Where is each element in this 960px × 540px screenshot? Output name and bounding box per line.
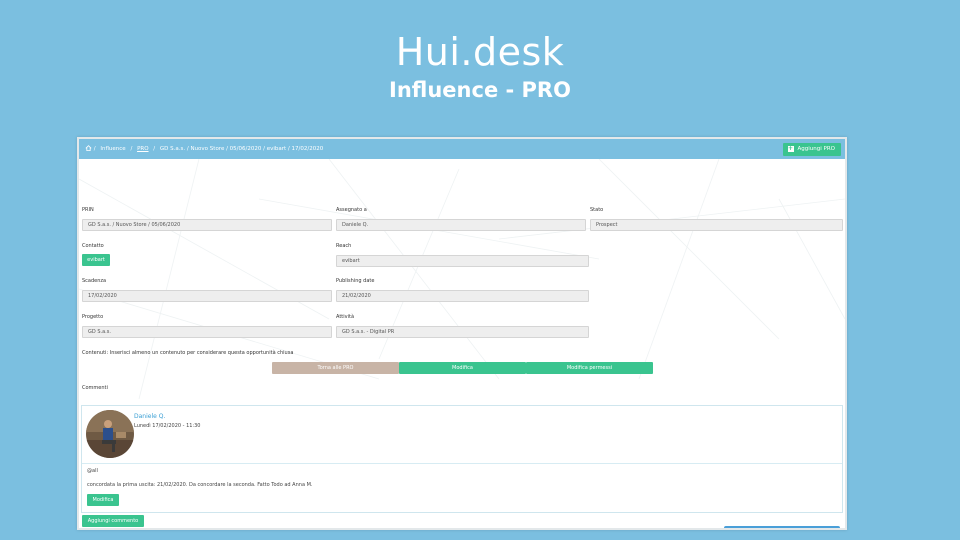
breadcrumb: / Influence / PRO / GD S.a.s. / Nuovo St… [85,145,326,152]
avatar [86,410,134,458]
prin-field[interactable]: GD S.a.s. / Nuovo Store / 05/06/2020 [82,219,332,231]
assegnato-field[interactable]: Daniele Q. [336,219,586,231]
bottom-bar [724,526,840,528]
add-pro-label: Aggiungi PRO [797,146,835,152]
progetto-label: Progetto [82,314,104,320]
attivita-label: Attività [336,314,355,320]
prin-label: PRIN [82,207,94,213]
header-bar: / Influence / PRO / GD S.a.s. / Nuovo St… [79,139,845,159]
comment-edit-button[interactable]: Modifica [87,494,119,506]
reach-label: Reach [336,243,352,249]
hero-title: Hui.desk [395,30,565,74]
contenuti-text: Contenuti: Inserisci almeno un contenuto… [82,350,294,356]
back-to-pro-button[interactable]: Torna alle PRO [272,362,399,374]
comment-mention: @all [87,468,98,474]
breadcrumb-pro[interactable]: PRO [137,146,148,152]
breadcrumb-influence[interactable]: Influence [100,146,125,152]
comment-card: Daniele Q. Lunedì 17/02/2020 - 11:30 @al… [81,405,843,513]
comment-body: concordata la prima uscita: 21/02/2020. … [87,482,313,488]
publishing-label: Publishing date [336,278,375,284]
comment-time: Lunedì 17/02/2020 - 11:30 [134,423,201,429]
breadcrumb-sep: / [93,146,96,152]
stato-label: Stato [590,207,604,213]
hero-subtitle: Influence - PRO [389,78,571,102]
assegnato-label: Assegnato a [336,207,367,213]
breadcrumb-sep: / [130,146,133,152]
home-icon[interactable] [85,145,92,151]
breadcrumb-current: GD S.a.s. / Nuovo Store / 05/06/2020 / e… [159,146,324,152]
reach-field[interactable]: evibart [336,255,589,267]
progetto-field[interactable]: GD S.a.s. [82,326,332,338]
comment-author[interactable]: Daniele Q. [134,413,165,420]
stato-field[interactable]: Prospect [590,219,843,231]
plus-icon: + [787,145,794,152]
modifica-permessi-button[interactable]: Modifica permessi [526,362,653,374]
commenti-label: Commenti [82,385,108,391]
add-comment-button[interactable]: Aggiungi commento [82,515,144,527]
add-pro-button[interactable]: + Aggiungi PRO [782,143,841,156]
attivita-field[interactable]: GD S.a.s. - Digital PR [336,326,589,338]
breadcrumb-sep: / [153,146,156,152]
scadenza-label: Scadenza [82,278,107,284]
contatto-label: Contatto [82,243,104,249]
scadenza-field[interactable]: 17/02/2020 [82,290,332,302]
comment-divider [82,463,842,464]
modifica-button[interactable]: Modifica [399,362,526,374]
app-window: / Influence / PRO / GD S.a.s. / Nuovo St… [77,137,847,530]
publishing-field[interactable]: 21/02/2020 [336,290,589,302]
contatto-tag[interactable]: evibart [82,254,110,266]
